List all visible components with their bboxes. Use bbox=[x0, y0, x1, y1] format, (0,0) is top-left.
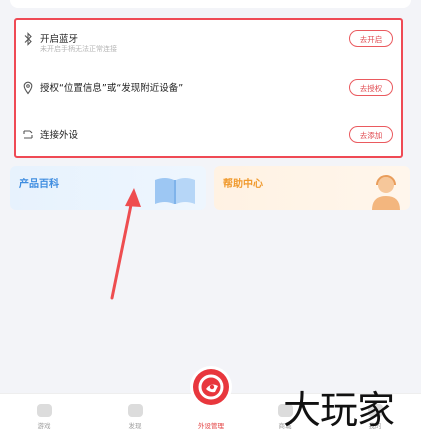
add-peripheral-button[interactable]: 去添加 bbox=[349, 126, 393, 143]
location-permission-title: 授权“位置信息”或“发现附近设备” bbox=[40, 83, 184, 94]
gamepad-icon bbox=[36, 404, 52, 417]
bluetooth-icon bbox=[22, 32, 34, 46]
grant-permission-button[interactable]: 去授权 bbox=[349, 79, 393, 96]
bluetooth-row: 开启蓝牙 未开启手柄无法正常连接 去开启 bbox=[22, 27, 393, 53]
compass-icon bbox=[127, 404, 143, 417]
help-center-title: 帮助中心 bbox=[223, 179, 263, 190]
support-agent-icon bbox=[372, 175, 400, 210]
product-wiki-tile[interactable]: 产品百科 bbox=[10, 166, 206, 210]
tab-peripheral-management[interactable]: 外设管理 bbox=[191, 417, 231, 430]
location-permission-row: 授权“位置信息”或“发现附近设备” 去授权 bbox=[22, 76, 393, 102]
device-connect-icon bbox=[22, 128, 34, 142]
tab-games-label: 游戏 bbox=[37, 422, 51, 430]
previous-card-edge bbox=[10, 0, 411, 8]
location-pin-icon bbox=[22, 81, 34, 95]
watermark-logo: 大玩家 bbox=[283, 388, 395, 432]
connect-peripheral-row: 连接外设 去添加 bbox=[22, 123, 393, 149]
tab-discover-label: 发现 bbox=[128, 422, 142, 430]
bluetooth-title: 开启蓝牙 bbox=[40, 34, 79, 45]
tab-peripheral-label: 外设管理 bbox=[198, 422, 224, 430]
peripheral-setup-card: 开启蓝牙 未开启手柄无法正常连接 去开启 授权“位置信息”或“发现附近设备” 去… bbox=[14, 18, 403, 158]
connect-peripheral-title: 连接外设 bbox=[40, 130, 79, 141]
product-wiki-title: 产品百科 bbox=[19, 179, 59, 190]
help-center-tile[interactable]: 帮助中心 bbox=[214, 166, 410, 210]
open-book-icon bbox=[155, 178, 195, 204]
tab-discover[interactable]: 发现 bbox=[115, 404, 155, 430]
enable-bluetooth-button[interactable]: 去开启 bbox=[349, 30, 393, 47]
controller-badge-icon[interactable] bbox=[193, 369, 229, 405]
tab-games[interactable]: 游戏 bbox=[24, 404, 64, 430]
bluetooth-subtitle: 未开启手柄无法正常连接 bbox=[40, 45, 117, 53]
